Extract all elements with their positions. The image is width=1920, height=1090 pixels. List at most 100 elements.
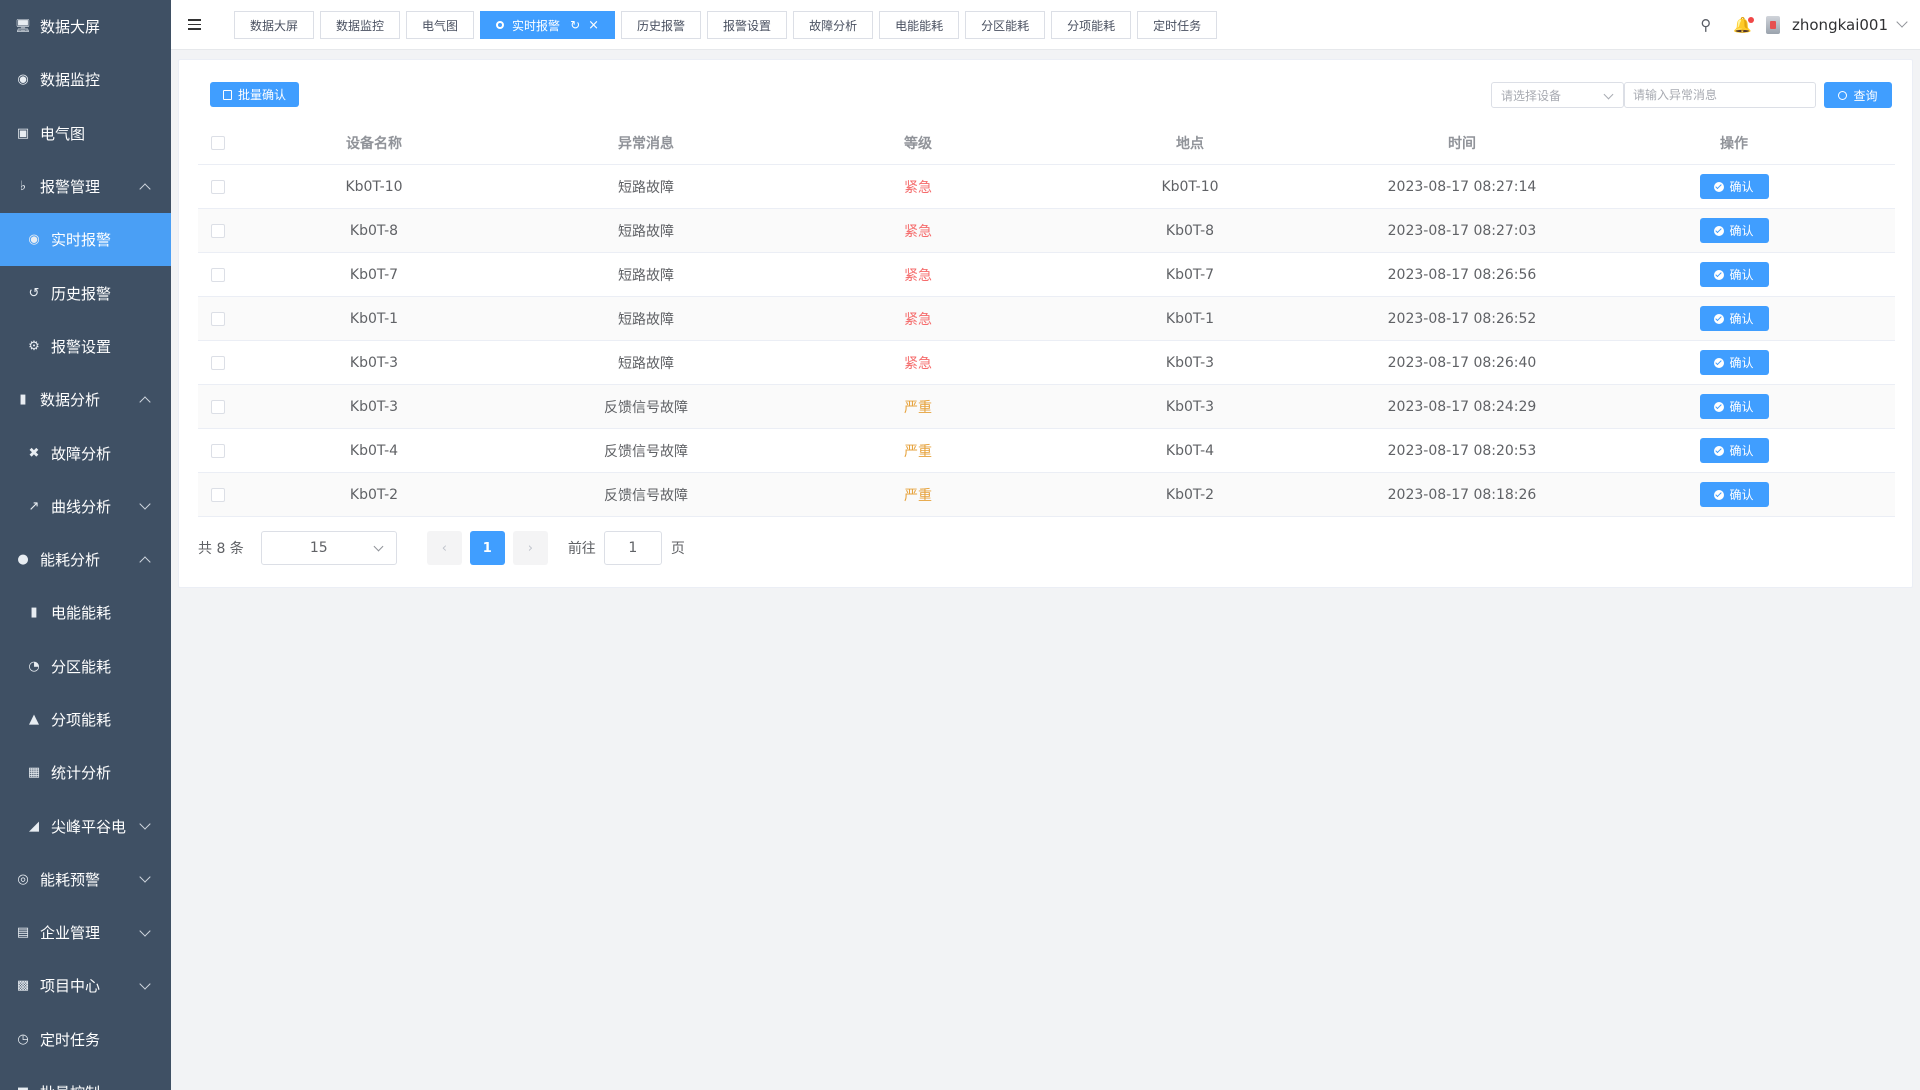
confirm-button[interactable]: 确认 [1699,218,1769,243]
hamburger-menu-icon[interactable] [188,19,201,30]
message-search-input[interactable] [1624,82,1816,108]
sidebar-item[interactable]: ● 能耗分析 [0,533,171,586]
confirm-button[interactable]: 确认 [1699,174,1769,199]
location-cell: Kb0T-10 [1161,178,1219,195]
sidebar-item[interactable]: ▮ 电能能耗 [0,586,171,639]
sidebar-item[interactable]: ▲ 分项能耗 [0,693,171,746]
close-circle-icon: ✖ [28,445,40,461]
row-checkbox[interactable] [211,487,225,502]
table-body: Kb0T-10 短路故障 紧急 Kb0T-10 2023-08-17 08:27:14 确… [198,165,1895,517]
query-label: 查询 [1853,88,1878,103]
tab[interactable]: 报警设置 [707,11,788,39]
row-checkbox[interactable] [211,179,225,194]
time-cell: 2023-08-17 08:27:14 [1387,178,1537,195]
device-name-cell: Kb0T-8 [349,222,399,239]
prev-page-button[interactable]: ‹ [426,531,462,565]
header-message: 异常消息 [618,135,674,152]
sidebar-item[interactable]: ◔ 分区能耗 [0,640,171,693]
avatar[interactable] [1766,16,1780,34]
tab[interactable]: 数据监控 [320,11,401,39]
sidebar-item[interactable]: ◉ 数据监控 [0,53,171,106]
sidebar-item[interactable]: ▦ 统计分析 [0,746,171,799]
sidebar-item[interactable]: ■ 批量控制 [0,1066,171,1090]
top-right-actions: ⚲ 🔔 zhongkai001 [1700,0,1908,50]
username[interactable]: zhongkai001 [1792,16,1888,34]
sidebar-item[interactable]: ▩ 项目中心 [0,959,171,1012]
row-checkbox[interactable] [211,355,225,370]
confirm-label: 确认 [1729,268,1754,282]
sidebar-item-label: 企业管理 [40,924,101,943]
tab[interactable]: 数据大屏 [234,11,315,39]
confirm-label: 确认 [1729,312,1754,326]
image-icon: ▣ [16,125,30,141]
sidebar-item[interactable]: ◷ 定时任务 [0,1013,171,1066]
page-size-value: 15 [309,540,328,556]
sidebar-item-label: 项目中心 [40,977,101,996]
sidebar-item[interactable]: ▤ 企业管理 [0,906,171,959]
sidebar-item-label: 定时任务 [40,1030,101,1049]
action-cell: 确认 [1598,218,1870,243]
sidebar-item[interactable]: ↺ 历史报警 [0,266,171,319]
close-icon[interactable]: × [588,18,599,33]
level-cell: 严重 [904,443,932,460]
confirm-button[interactable]: 确认 [1699,350,1769,375]
sidebar-item[interactable]: ♭ 报警管理 [0,160,171,213]
confirm-button[interactable]: 确认 [1699,438,1769,463]
tab[interactable]: 实时报警 ↻ × [480,11,616,39]
confirm-button[interactable]: 确认 [1699,482,1769,507]
device-select[interactable]: 请选择设备 [1491,82,1624,108]
sidebar-item-label: 能耗预警 [40,870,101,889]
tab[interactable]: 电能能耗 [879,11,960,39]
sidebar-item[interactable]: ✖ 故障分析 [0,426,171,479]
confirm-button[interactable]: 确认 [1699,306,1769,331]
sidebar-item[interactable]: ◎ 能耗预警 [0,853,171,906]
page-size-select[interactable]: 15 [260,531,397,565]
alarm-panel: 批量确认 请选择设备 查询 设备名称 异常消息 等级 地点 时间 操作 Kb0T… [178,59,1913,588]
search-icon[interactable]: ⚲ [1700,16,1711,34]
pagination: 共 8 条 15 ‹ 1 › 前往 页 [198,531,685,565]
confirm-button[interactable]: 确认 [1699,262,1769,287]
row-checkbox[interactable] [211,223,225,238]
confirm-label: 确认 [1729,400,1754,414]
table-row: Kb0T-8 短路故障 紧急 Kb0T-8 2023-08-17 08:27:03 确认 [198,209,1895,253]
batch-confirm-button[interactable]: 批量确认 [210,82,300,107]
tab[interactable]: 分项能耗 [1051,11,1132,39]
tab[interactable]: 定时任务 [1137,11,1218,39]
sidebar-item[interactable]: ↗ 曲线分析 [0,480,171,533]
query-button[interactable]: 查询 [1824,82,1892,108]
tab[interactable]: 故障分析 [793,11,874,39]
sidebar-item[interactable]: 🖥 数据大屏 [0,0,171,53]
sidebar-item-label: 数据监控 [40,71,101,90]
row-checkbox[interactable] [211,399,225,414]
sidebar-item-label: 数据分析 [40,391,101,410]
action-cell: 确认 [1598,438,1870,463]
notification-bell-icon[interactable]: 🔔 [1733,16,1754,34]
sidebar-item[interactable]: ◢ 尖峰平谷电 [0,799,171,852]
sidebar-item[interactable]: ▣ 电气图 [0,107,171,160]
message-cell: 短路故障 [618,223,674,240]
row-checkbox[interactable] [211,267,225,282]
message-cell: 短路故障 [618,311,674,328]
chevron-down-icon[interactable] [1896,16,1908,28]
action-cell: 确认 [1598,174,1870,199]
tab[interactable]: 分区能耗 [965,11,1046,39]
sidebar-item[interactable]: ▮ 数据分析 [0,373,171,426]
chevron-down-icon [139,818,151,830]
table-row: Kb0T-1 短路故障 紧急 Kb0T-1 2023-08-17 08:26:52 确认 [198,297,1895,341]
page-number-button[interactable]: 1 [469,531,505,565]
sidebar-item-label: 实时报警 [51,231,112,250]
sidebar-item[interactable]: ⚙ 报警设置 [0,320,171,373]
row-checkbox[interactable] [211,443,225,458]
row-checkbox[interactable] [211,311,225,326]
sidebar-item[interactable]: ◉ 实时报警 [0,213,171,267]
pie-icon: ◔ [28,658,40,674]
tab[interactable]: 电气图 [406,11,475,39]
tab[interactable]: 历史报警 [621,11,702,39]
goto-page-input[interactable] [603,531,662,565]
row-checkbox-cell [198,355,238,370]
select-all-checkbox[interactable] [211,135,225,150]
refresh-icon[interactable]: ↻ [570,18,580,32]
confirm-button[interactable]: 确认 [1699,394,1769,419]
level-cell: 紧急 [904,223,932,240]
next-page-button[interactable]: › [512,531,548,565]
